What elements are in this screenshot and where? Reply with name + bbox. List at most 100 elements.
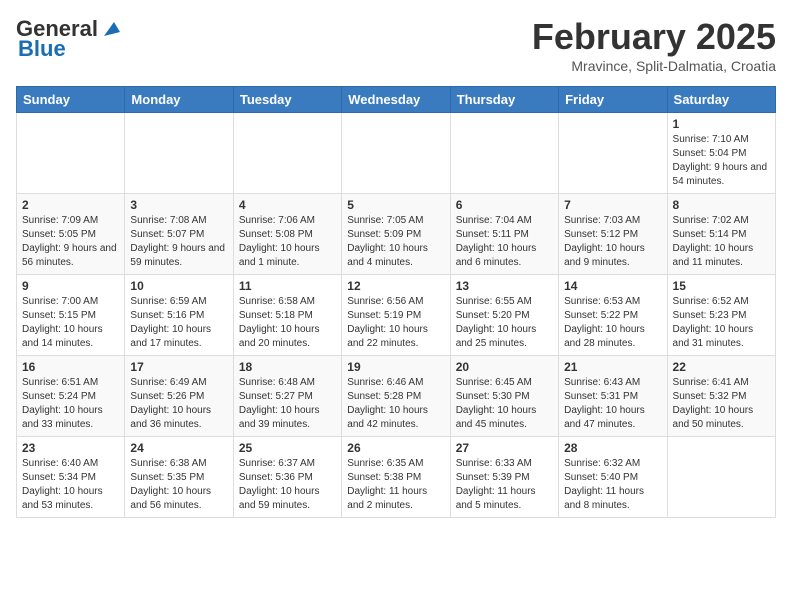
day-number: 28 xyxy=(564,441,661,455)
day-number: 21 xyxy=(564,360,661,374)
day-info: Sunrise: 6:56 AM Sunset: 5:19 PM Dayligh… xyxy=(347,295,444,351)
day-info: Sunrise: 6:38 AM Sunset: 5:35 PM Dayligh… xyxy=(130,457,227,513)
day-number: 24 xyxy=(130,441,227,455)
day-number: 9 xyxy=(22,279,119,293)
calendar-cell: 9 Sunrise: 7:00 AM Sunset: 5:15 PM Daylig… xyxy=(17,275,125,356)
title-block: February 2025 Mravince, Split-Dalmatia, … xyxy=(532,16,776,74)
day-info: Sunrise: 6:52 AM Sunset: 5:23 PM Dayligh… xyxy=(673,295,770,351)
calendar-cell: 10 Sunrise: 6:59 AM Sunset: 5:16 PM Dayli… xyxy=(125,275,233,356)
calendar-week-1: 1 Sunrise: 7:10 AM Sunset: 5:04 PM Daylig… xyxy=(17,113,776,194)
calendar-body: 1 Sunrise: 7:10 AM Sunset: 5:04 PM Daylig… xyxy=(17,113,776,518)
day-info: Sunrise: 6:32 AM Sunset: 5:40 PM Dayligh… xyxy=(564,457,661,513)
calendar-cell: 6 Sunrise: 7:04 AM Sunset: 5:11 PM Daylig… xyxy=(450,194,558,275)
day-info: Sunrise: 6:45 AM Sunset: 5:30 PM Dayligh… xyxy=(456,376,553,432)
day-info: Sunrise: 6:51 AM Sunset: 5:24 PM Dayligh… xyxy=(22,376,119,432)
day-number: 22 xyxy=(673,360,770,374)
weekday-header-friday: Friday xyxy=(559,87,667,113)
logo: General Blue xyxy=(16,16,122,62)
day-number: 26 xyxy=(347,441,444,455)
calendar-cell: 19 Sunrise: 6:46 AM Sunset: 5:28 PM Dayli… xyxy=(342,356,450,437)
day-info: Sunrise: 6:49 AM Sunset: 5:26 PM Dayligh… xyxy=(130,376,227,432)
calendar-cell: 24 Sunrise: 6:38 AM Sunset: 5:35 PM Dayli… xyxy=(125,437,233,518)
day-number: 4 xyxy=(239,198,336,212)
calendar-cell: 5 Sunrise: 7:05 AM Sunset: 5:09 PM Daylig… xyxy=(342,194,450,275)
day-info: Sunrise: 7:03 AM Sunset: 5:12 PM Dayligh… xyxy=(564,214,661,270)
day-info: Sunrise: 6:40 AM Sunset: 5:34 PM Dayligh… xyxy=(22,457,119,513)
day-info: Sunrise: 7:09 AM Sunset: 5:05 PM Dayligh… xyxy=(22,214,119,270)
calendar-cell: 16Sunrise: 6:51 AM Sunset: 5:24 PM Dayli… xyxy=(17,356,125,437)
day-info: Sunrise: 7:02 AM Sunset: 5:14 PM Dayligh… xyxy=(673,214,770,270)
day-info: Sunrise: 7:08 AM Sunset: 5:07 PM Dayligh… xyxy=(130,214,227,270)
logo-icon xyxy=(100,18,122,40)
weekday-header-thursday: Thursday xyxy=(450,87,558,113)
calendar-cell xyxy=(667,437,775,518)
day-info: Sunrise: 7:04 AM Sunset: 5:11 PM Dayligh… xyxy=(456,214,553,270)
calendar-cell xyxy=(559,113,667,194)
day-info: Sunrise: 6:46 AM Sunset: 5:28 PM Dayligh… xyxy=(347,376,444,432)
day-number: 5 xyxy=(347,198,444,212)
calendar-cell: 4 Sunrise: 7:06 AM Sunset: 5:08 PM Daylig… xyxy=(233,194,341,275)
calendar-cell: 23 Sunrise: 6:40 AM Sunset: 5:34 PM Dayli… xyxy=(17,437,125,518)
calendar-week-4: 16Sunrise: 6:51 AM Sunset: 5:24 PM Dayli… xyxy=(17,356,776,437)
calendar-cell: 18 Sunrise: 6:48 AM Sunset: 5:27 PM Dayli… xyxy=(233,356,341,437)
calendar-week-3: 9 Sunrise: 7:00 AM Sunset: 5:15 PM Daylig… xyxy=(17,275,776,356)
calendar-table: SundayMondayTuesdayWednesdayThursdayFrid… xyxy=(16,86,776,518)
calendar-cell xyxy=(233,113,341,194)
day-number: 19 xyxy=(347,360,444,374)
day-info: Sunrise: 6:37 AM Sunset: 5:36 PM Dayligh… xyxy=(239,457,336,513)
day-number: 18 xyxy=(239,360,336,374)
day-number: 12 xyxy=(347,279,444,293)
day-number: 1 xyxy=(673,117,770,131)
day-info: Sunrise: 6:41 AM Sunset: 5:32 PM Dayligh… xyxy=(673,376,770,432)
day-info: Sunrise: 7:05 AM Sunset: 5:09 PM Dayligh… xyxy=(347,214,444,270)
day-info: Sunrise: 6:55 AM Sunset: 5:20 PM Dayligh… xyxy=(456,295,553,351)
day-info: Sunrise: 6:58 AM Sunset: 5:18 PM Dayligh… xyxy=(239,295,336,351)
weekday-header-row: SundayMondayTuesdayWednesdayThursdayFrid… xyxy=(17,87,776,113)
day-number: 15 xyxy=(673,279,770,293)
calendar-cell: 15 Sunrise: 6:52 AM Sunset: 5:23 PM Dayli… xyxy=(667,275,775,356)
day-info: Sunrise: 6:53 AM Sunset: 5:22 PM Dayligh… xyxy=(564,295,661,351)
location: Mravince, Split-Dalmatia, Croatia xyxy=(532,58,776,74)
day-info: Sunrise: 6:48 AM Sunset: 5:27 PM Dayligh… xyxy=(239,376,336,432)
day-number: 6 xyxy=(456,198,553,212)
day-info: Sunrise: 7:00 AM Sunset: 5:15 PM Dayligh… xyxy=(22,295,119,351)
day-number: 14 xyxy=(564,279,661,293)
day-number: 8 xyxy=(673,198,770,212)
weekday-header-monday: Monday xyxy=(125,87,233,113)
day-number: 23 xyxy=(22,441,119,455)
calendar-cell: 20Sunrise: 6:45 AM Sunset: 5:30 PM Dayli… xyxy=(450,356,558,437)
calendar-cell: 12 Sunrise: 6:56 AM Sunset: 5:19 PM Dayli… xyxy=(342,275,450,356)
weekday-header-tuesday: Tuesday xyxy=(233,87,341,113)
calendar-cell xyxy=(342,113,450,194)
calendar-cell: 26Sunrise: 6:35 AM Sunset: 5:38 PM Dayli… xyxy=(342,437,450,518)
calendar-cell: 1 Sunrise: 7:10 AM Sunset: 5:04 PM Daylig… xyxy=(667,113,775,194)
calendar-cell xyxy=(17,113,125,194)
calendar-cell: 3Sunrise: 7:08 AM Sunset: 5:07 PM Daylig… xyxy=(125,194,233,275)
day-info: Sunrise: 6:43 AM Sunset: 5:31 PM Dayligh… xyxy=(564,376,661,432)
day-number: 13 xyxy=(456,279,553,293)
day-number: 7 xyxy=(564,198,661,212)
day-info: Sunrise: 6:59 AM Sunset: 5:16 PM Dayligh… xyxy=(130,295,227,351)
day-info: Sunrise: 6:33 AM Sunset: 5:39 PM Dayligh… xyxy=(456,457,553,513)
calendar-cell: 8 Sunrise: 7:02 AM Sunset: 5:14 PM Daylig… xyxy=(667,194,775,275)
calendar-cell: 17Sunrise: 6:49 AM Sunset: 5:26 PM Dayli… xyxy=(125,356,233,437)
calendar-cell: 2Sunrise: 7:09 AM Sunset: 5:05 PM Daylig… xyxy=(17,194,125,275)
weekday-header-saturday: Saturday xyxy=(667,87,775,113)
calendar-cell: 13 Sunrise: 6:55 AM Sunset: 5:20 PM Dayli… xyxy=(450,275,558,356)
calendar-cell: 22 Sunrise: 6:41 AM Sunset: 5:32 PM Dayli… xyxy=(667,356,775,437)
month-year: February 2025 xyxy=(532,16,776,58)
calendar-cell: 27Sunrise: 6:33 AM Sunset: 5:39 PM Dayli… xyxy=(450,437,558,518)
day-number: 25 xyxy=(239,441,336,455)
day-info: Sunrise: 7:06 AM Sunset: 5:08 PM Dayligh… xyxy=(239,214,336,270)
calendar-cell xyxy=(450,113,558,194)
calendar-cell: 14 Sunrise: 6:53 AM Sunset: 5:22 PM Dayli… xyxy=(559,275,667,356)
day-info: Sunrise: 7:10 AM Sunset: 5:04 PM Dayligh… xyxy=(673,133,770,189)
calendar-cell: 11 Sunrise: 6:58 AM Sunset: 5:18 PM Dayli… xyxy=(233,275,341,356)
weekday-header-wednesday: Wednesday xyxy=(342,87,450,113)
calendar-cell: 25 Sunrise: 6:37 AM Sunset: 5:36 PM Dayli… xyxy=(233,437,341,518)
weekday-header-sunday: Sunday xyxy=(17,87,125,113)
day-number: 11 xyxy=(239,279,336,293)
page-header: General Blue February 2025 Mravince, Spl… xyxy=(16,16,776,74)
day-number: 10 xyxy=(130,279,227,293)
calendar-week-2: 2Sunrise: 7:09 AM Sunset: 5:05 PM Daylig… xyxy=(17,194,776,275)
